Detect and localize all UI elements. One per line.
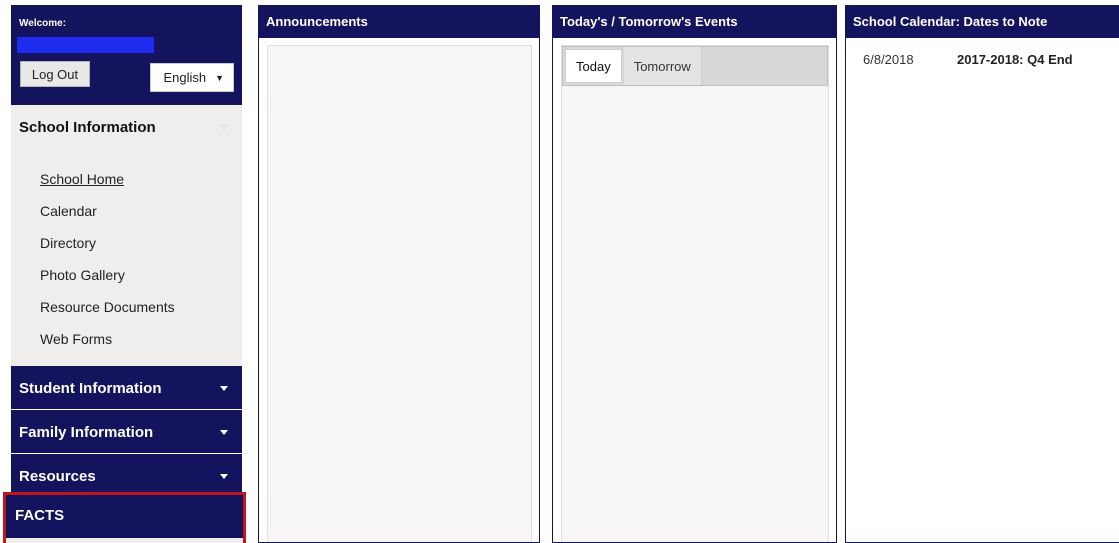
menu-item-school-home[interactable]: School Home bbox=[40, 169, 175, 201]
facts-section[interactable]: FACTS bbox=[3, 492, 246, 543]
facts-content-edge bbox=[6, 538, 243, 543]
section-label: Family Information bbox=[19, 423, 154, 441]
username-redacted bbox=[17, 37, 154, 53]
logout-button[interactable]: Log Out bbox=[20, 61, 90, 87]
calendar-panel: School Calendar: Dates to Note 6/8/2018 … bbox=[845, 5, 1119, 543]
tab-tomorrow[interactable]: Tomorrow bbox=[623, 47, 702, 85]
facts-label: FACTS bbox=[15, 507, 65, 524]
section-label: School Information bbox=[19, 118, 156, 136]
events-tabs: Today Tomorrow bbox=[562, 46, 828, 86]
calendar-entry-title[interactable]: 2017-2018: Q4 End bbox=[957, 52, 1073, 67]
panel-title: School Calendar: Dates to Note bbox=[846, 5, 1119, 38]
chevron-down-icon bbox=[220, 125, 228, 130]
events-panel: Today's / Tomorrow's Events Today Tomorr… bbox=[552, 5, 837, 543]
menu-item-web-forms[interactable]: Web Forms bbox=[40, 329, 175, 361]
chevron-down-icon bbox=[220, 430, 228, 435]
menu-item-photo-gallery[interactable]: Photo Gallery bbox=[40, 265, 175, 297]
language-select[interactable]: English ▼ bbox=[150, 63, 234, 92]
panel-title: Announcements bbox=[259, 5, 539, 38]
panel-title: Today's / Tomorrow's Events bbox=[553, 5, 836, 38]
tab-today[interactable]: Today bbox=[565, 49, 622, 83]
section-school-information[interactable]: School Information bbox=[11, 105, 242, 149]
menu-item-calendar[interactable]: Calendar bbox=[40, 201, 175, 233]
calendar-entry-date: 6/8/2018 bbox=[863, 52, 914, 67]
announcements-panel: Announcements bbox=[258, 5, 540, 543]
welcome-label: Welcome: bbox=[19, 18, 67, 29]
section-student-information[interactable]: Student Information bbox=[11, 366, 242, 410]
menu-item-directory[interactable]: Directory bbox=[40, 233, 175, 265]
school-info-menu: School Home Calendar Directory Photo Gal… bbox=[40, 169, 175, 361]
announcements-content bbox=[267, 45, 532, 542]
events-content: Today Tomorrow bbox=[561, 45, 829, 542]
section-label: Resources bbox=[19, 467, 96, 485]
chevron-down-icon bbox=[220, 386, 228, 391]
section-label: Student Information bbox=[19, 379, 162, 397]
menu-item-resource-documents[interactable]: Resource Documents bbox=[40, 297, 175, 329]
sidebar: Welcome: Log Out English ▼ School Inform… bbox=[11, 5, 242, 543]
caret-down-icon: ▼ bbox=[215, 72, 224, 83]
welcome-box: Welcome: Log Out English ▼ bbox=[11, 5, 242, 105]
language-selected: English bbox=[163, 70, 207, 85]
section-family-information[interactable]: Family Information bbox=[11, 410, 242, 454]
chevron-down-icon bbox=[220, 474, 228, 479]
